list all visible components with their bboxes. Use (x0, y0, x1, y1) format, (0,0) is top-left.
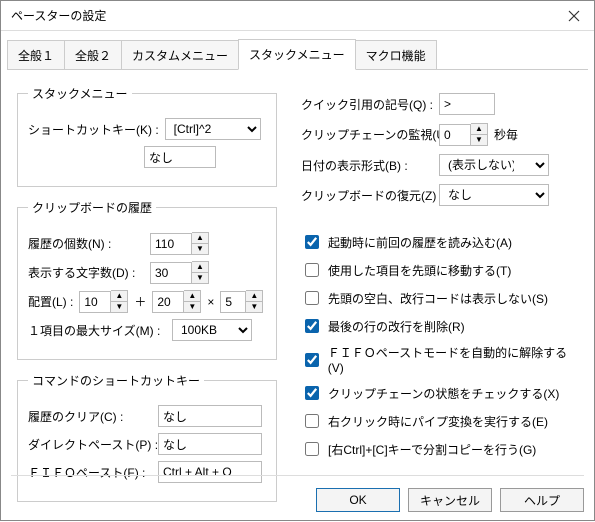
shortcut-key-select[interactable]: [Ctrl]^2 (165, 118, 261, 140)
right-column: クイック引用の記号(Q) : クリップチェーンの監視(U) : ▲▼ 秒毎 日付… (301, 85, 579, 467)
check-hide-leading[interactable]: 先頭の空白、改行コードは表示しない(S) (301, 288, 579, 308)
check-label: 先頭の空白、改行コードは表示しない(S) (328, 290, 548, 307)
arrange-c-spinner[interactable]: ▲▼ (220, 290, 263, 313)
check-auto-release-fifo-box[interactable] (305, 353, 319, 367)
spin-up-icon[interactable]: ▲ (111, 291, 127, 302)
window-title: ペースターの設定 (11, 7, 106, 24)
quick-quote-label: クイック引用の記号(Q) : (301, 96, 433, 113)
seconds-suffix: 秒毎 (494, 126, 518, 143)
history-count-spinner[interactable]: ▲▼ (150, 232, 209, 255)
close-button[interactable] (554, 1, 594, 31)
check-label: [右Ctrl]+[C]キーで分割コピーを行う(G) (328, 441, 536, 458)
check-label: 使用した項目を先頭に移動する(T) (328, 262, 511, 279)
times-label: × (207, 295, 214, 309)
check-trim-last-newline[interactable]: 最後の行の改行を削除(R) (301, 316, 579, 336)
close-icon (568, 10, 580, 22)
group-command-shortcut: コマンドのショートカットキー 履歴のクリア(C) : ダイレクトペースト(P) … (17, 372, 277, 502)
check-chain-status-box[interactable] (305, 386, 319, 400)
clear-label: 履歴のクリア(C) : (28, 408, 152, 425)
spin-down-icon[interactable]: ▼ (111, 302, 127, 313)
clear-input[interactable] (158, 405, 262, 427)
direct-paste-input[interactable] (158, 433, 262, 455)
spin-up-icon[interactable]: ▲ (471, 124, 487, 135)
group-stack-menu: スタックメニュー ショートカットキー(K) : [Ctrl]^2 (17, 85, 277, 187)
quick-quote-input[interactable] (439, 93, 495, 115)
check-hide-leading-box[interactable] (305, 291, 319, 305)
check-split-copy[interactable]: [右Ctrl]+[C]キーで分割コピーを行う(G) (301, 439, 579, 459)
chain-watch-input[interactable] (439, 124, 471, 146)
group-history: クリップボードの履歴 履歴の個数(N) : ▲▼ 表示する文字数(D) : ▲▼ (17, 199, 277, 360)
history-count-label: 履歴の個数(N) : (28, 235, 144, 252)
check-chain-status[interactable]: クリップチェーンの状態をチェックする(X) (301, 383, 579, 403)
fifo-paste-label: ＦＩＦＯペースト(F) : (28, 464, 152, 481)
arrange-b-input[interactable] (152, 291, 184, 313)
check-pipe-on-rclick[interactable]: 右クリック時にパイプ変換を実行する(E) (301, 411, 579, 431)
arrange-a-input[interactable] (79, 291, 111, 313)
disp-chars-spinner[interactable]: ▲▼ (150, 261, 209, 284)
plus-label: ＋ (134, 293, 146, 310)
dialog-footer: OK キャンセル ヘルプ (316, 488, 584, 512)
arrange-c-input[interactable] (220, 291, 246, 313)
restore-label: クリップボードの復元(Z) : (301, 187, 433, 204)
chain-watch-spinner[interactable]: ▲▼ (439, 123, 488, 146)
restore-select[interactable]: なし (439, 184, 549, 206)
spin-up-icon[interactable]: ▲ (246, 291, 262, 302)
title-bar: ペースターの設定 (1, 1, 594, 31)
tab-general2[interactable]: 全般２ (64, 40, 122, 70)
shortcut-key-label: ショートカットキー(K) : (28, 121, 159, 138)
cancel-button[interactable]: キャンセル (408, 488, 492, 512)
check-label: 起動時に前回の履歴を読み込む(A) (328, 234, 512, 251)
help-button[interactable]: ヘルプ (500, 488, 584, 512)
date-format-label: 日付の表示形式(B) : (301, 157, 433, 174)
tab-strip: 全般１ 全般２ カスタムメニュー スタックメニュー マクロ機能 (7, 39, 588, 70)
check-label: ＦＩＦＯペーストモードを自動的に解除する(V) (328, 344, 579, 375)
group-stack-menu-legend: スタックメニュー (28, 85, 132, 102)
tab-macro[interactable]: マクロ機能 (355, 40, 437, 70)
arrange-b-spinner[interactable]: ▲▼ (152, 290, 201, 313)
check-label: クリップチェーンの状態をチェックする(X) (328, 385, 559, 402)
check-pipe-on-rclick-box[interactable] (305, 414, 319, 428)
spin-down-icon[interactable]: ▼ (184, 302, 200, 313)
tab-general1[interactable]: 全般１ (7, 40, 65, 70)
spin-down-icon[interactable]: ▼ (471, 135, 487, 146)
history-count-input[interactable] (150, 233, 192, 255)
check-label: 最後の行の改行を削除(R) (328, 318, 465, 335)
spin-down-icon[interactable]: ▼ (192, 244, 208, 255)
tab-content: スタックメニュー ショートカットキー(K) : [Ctrl]^2 クリップボード… (1, 71, 594, 522)
group-command-shortcut-legend: コマンドのショートカットキー (28, 372, 204, 389)
check-move-to-top[interactable]: 使用した項目を先頭に移動する(T) (301, 260, 579, 280)
check-move-to-top-box[interactable] (305, 263, 319, 277)
check-split-copy-box[interactable] (305, 442, 319, 456)
ok-button[interactable]: OK (316, 488, 400, 512)
fifo-paste-input[interactable] (158, 461, 262, 483)
separator (11, 475, 584, 476)
tab-stack-menu[interactable]: スタックメニュー (238, 39, 356, 70)
shortcut-sub-input[interactable] (144, 146, 216, 168)
check-load-on-start[interactable]: 起動時に前回の履歴を読み込む(A) (301, 232, 579, 252)
arrange-a-spinner[interactable]: ▲▼ (79, 290, 128, 313)
spin-up-icon[interactable]: ▲ (192, 262, 208, 273)
spin-up-icon[interactable]: ▲ (184, 291, 200, 302)
disp-chars-label: 表示する文字数(D) : (28, 264, 144, 281)
tab-custom-menu[interactable]: カスタムメニュー (121, 40, 239, 70)
dialog-window: ペースターの設定 全般１ 全般２ カスタムメニュー スタックメニュー マクロ機能… (0, 0, 595, 521)
spin-up-icon[interactable]: ▲ (192, 233, 208, 244)
spin-down-icon[interactable]: ▼ (192, 273, 208, 284)
check-trim-last-newline-box[interactable] (305, 319, 319, 333)
spin-down-icon[interactable]: ▼ (246, 302, 262, 313)
max-size-label: １項目の最大サイズ(M) : (28, 322, 166, 339)
direct-paste-label: ダイレクトペースト(P) : (28, 436, 152, 453)
check-auto-release-fifo[interactable]: ＦＩＦＯペーストモードを自動的に解除する(V) (301, 344, 579, 375)
disp-chars-input[interactable] (150, 262, 192, 284)
arrange-label: 配置(L) : (28, 293, 73, 310)
group-history-legend: クリップボードの履歴 (28, 199, 156, 216)
chain-watch-label: クリップチェーンの監視(U) : (301, 126, 433, 143)
date-format-select[interactable]: (表示しない) (439, 154, 549, 176)
left-column: スタックメニュー ショートカットキー(K) : [Ctrl]^2 クリップボード… (17, 85, 277, 502)
check-label: 右クリック時にパイプ変換を実行する(E) (328, 413, 548, 430)
check-load-on-start-box[interactable] (305, 235, 319, 249)
max-size-select[interactable]: 100KB (172, 319, 252, 341)
